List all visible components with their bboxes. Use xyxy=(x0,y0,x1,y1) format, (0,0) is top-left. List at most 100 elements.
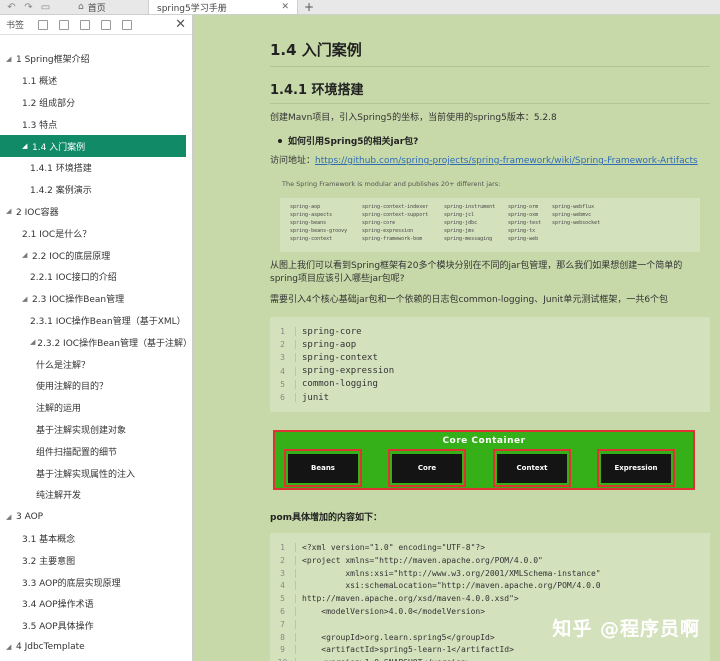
sidebar-item[interactable]: 3.5 AOP具体操作 xyxy=(0,615,192,637)
delete-bookmark-icon[interactable] xyxy=(122,19,133,30)
document-view[interactable]: 1.4 入门案例 1.4.1 环境搭建 创建Mavn项目，引入Spring5的坐… xyxy=(194,15,720,661)
module-core: Core xyxy=(388,449,466,488)
chevron-down-icon[interactable]: ◢ xyxy=(22,142,32,150)
sidebar-item-label: 2.2 IOC的底层原理 xyxy=(32,251,111,262)
jar-name: spring-aop xyxy=(290,204,321,210)
jar-name: spring-beans-groovy xyxy=(290,228,348,234)
sidebar-item-label: 1.4.1 环境搭建 xyxy=(30,164,92,175)
sidebar-item[interactable]: 3.1 基本概念 xyxy=(0,528,192,550)
sidebar-item[interactable]: 1.1 概述 xyxy=(0,70,192,92)
line-number: 4 xyxy=(270,366,296,376)
sidebar-item[interactable]: 2.1 IOC是什么？ xyxy=(0,222,192,244)
sidebar-item[interactable]: 纯注解开发 xyxy=(0,484,192,506)
code-text: http://maven.apache.org/xsd/maven-4.0.0.… xyxy=(302,594,519,604)
code-line: 2 <project xmlns="http://maven.apache.org… xyxy=(270,554,710,567)
jar-name xyxy=(552,228,612,236)
jar-name: spring-core xyxy=(362,220,396,226)
sidebar-item-label: 1 Spring框架介绍 xyxy=(16,55,90,66)
bullet-item: 如何引用Spring5的相关jar包? xyxy=(270,134,710,147)
sidebar-item[interactable]: 基于注解实现创建对象 xyxy=(0,419,192,441)
chevron-down-icon[interactable]: ◢ xyxy=(22,295,32,303)
sidebar-item[interactable]: 什么是注解？ xyxy=(0,353,192,375)
sidebar-item[interactable]: ◢ 2 IOC容器 xyxy=(0,201,192,223)
sidebar-item[interactable]: 3.2 主要意图 xyxy=(0,549,192,571)
sidebar-item[interactable]: ◢ 1.4 入门案例 xyxy=(0,135,186,157)
sidebar-item-label: 2.3 IOC操作Bean管理 xyxy=(32,295,125,306)
sidebar-item[interactable]: 1.4.1 环境搭建 xyxy=(0,157,192,179)
core-container-figure: Core Container Beans Core Context Expres… xyxy=(273,430,695,491)
jar-name: spring-expression xyxy=(362,228,414,234)
module-expression: Expression xyxy=(597,449,675,488)
sidebar-item-label: 1.1 概述 xyxy=(22,77,58,88)
sidebar-item[interactable]: 组件扫描配置的细节 xyxy=(0,440,192,462)
new-tab-button[interactable]: + xyxy=(298,0,320,14)
undo-icon[interactable]: ↶ xyxy=(6,2,17,13)
sidebar-item-label: 基于注解实现属性的注入 xyxy=(36,469,136,480)
sidebar-item[interactable]: 使用注解的目的？ xyxy=(0,375,192,397)
save-icon[interactable]: ▭ xyxy=(40,2,51,13)
line-number: 7 xyxy=(270,619,296,629)
sidebar-header: 书签 ✕ xyxy=(0,15,192,35)
watermark: 知乎 @程序员啊 xyxy=(552,618,700,640)
expand-all-icon[interactable] xyxy=(59,19,70,30)
code-text: xsi:schemaLocation="http://maven.apache.… xyxy=(302,581,601,591)
sidebar-item[interactable]: ◢ 2.3.2 IOC操作Bean管理（基于注解） xyxy=(0,331,192,353)
sidebar-item[interactable]: 1.3 特点 xyxy=(0,113,192,135)
code-text: spring-expression xyxy=(302,366,395,377)
redo-icon[interactable]: ↷ xyxy=(23,2,34,13)
sidebar-item[interactable]: 3.3 AOP的底层实现原理 xyxy=(0,571,192,593)
artifacts-link[interactable]: https://github.com/spring-projects/sprin… xyxy=(315,156,698,166)
line-number: 4 xyxy=(270,581,296,591)
bookmark-icon[interactable] xyxy=(101,19,112,30)
code-text: spring-aop xyxy=(302,339,357,350)
sidebar-item[interactable]: 注解的运用 xyxy=(0,397,192,419)
sidebar-item[interactable]: 基于注解实现属性的注入 xyxy=(0,462,192,484)
jar-name xyxy=(552,236,612,244)
line-number: 9 xyxy=(270,645,296,655)
sidebar-item-label: 3.2 主要意图 xyxy=(22,556,76,567)
sidebar-item-label: 1.4.2 案例演示 xyxy=(30,186,92,197)
sidebar-item[interactable]: 2.3.1 IOC操作Bean管理（基于XML） xyxy=(0,310,192,332)
chevron-down-icon[interactable]: ◢ xyxy=(6,643,16,651)
sidebar-item[interactable]: ◢ 4 JdbcTemplate xyxy=(0,637,192,659)
code-line: 10 <version>1.0-SNAPSHOT</version> xyxy=(270,656,710,661)
chevron-down-icon[interactable]: ◢ xyxy=(6,207,16,215)
jar-name: spring-oxm xyxy=(508,212,539,218)
tab-active-label: spring5学习手册 xyxy=(157,3,227,14)
jar-name: spring-beans xyxy=(290,220,327,226)
code-line: 3 xmlns:xsi="http://www.w3.org/2001/XMLS… xyxy=(270,567,710,580)
jar-name: spring-webmvc xyxy=(552,212,592,218)
sidebar-item[interactable]: 1.2 组成部分 xyxy=(0,92,192,114)
collapse-all-icon[interactable] xyxy=(80,19,91,30)
sidebar-item-label: 3.5 AOP具体操作 xyxy=(22,622,94,633)
tab-home[interactable]: ⌂ 首页 xyxy=(70,0,148,14)
jar-name: spring-jdbc xyxy=(444,220,478,226)
close-sidebar-icon[interactable]: ✕ xyxy=(175,17,186,32)
bullet-text: 如何引用Spring5的相关jar包? xyxy=(288,137,419,147)
code-line: 4 xsi:schemaLocation="http://maven.apach… xyxy=(270,580,710,593)
sidebar-item[interactable]: ◢ 2.2 IOC的底层原理 xyxy=(0,244,192,266)
sidebar-item-label: 纯注解开发 xyxy=(36,491,82,502)
sidebar-item[interactable]: ◢ 1 Spring框架介绍 xyxy=(0,48,192,70)
add-bookmark-icon[interactable] xyxy=(38,19,49,30)
sidebar-item-label: 1.3 特点 xyxy=(22,120,58,131)
tab-spring5-manual[interactable]: spring5学习手册 ✕ xyxy=(148,0,298,14)
close-tab-icon[interactable]: ✕ xyxy=(281,2,289,12)
sidebar-title: 书签 xyxy=(6,21,25,31)
sidebar-item[interactable]: 1.4.2 案例演示 xyxy=(0,179,192,201)
sidebar-item-label: 3 AOP xyxy=(16,511,44,522)
chevron-down-icon[interactable]: ◢ xyxy=(6,513,16,521)
chevron-down-icon[interactable]: ◢ xyxy=(22,251,32,259)
module-label: Core xyxy=(392,453,462,483)
sidebar-item-label: 1.4 入门案例 xyxy=(32,142,86,153)
visit-paragraph: 访问地址：https://github.com/spring-projects/… xyxy=(270,155,710,168)
chevron-down-icon[interactable]: ◢ xyxy=(6,55,16,63)
chevron-down-icon[interactable]: ◢ xyxy=(30,338,37,346)
sidebar-item[interactable]: ◢ 2.3 IOC操作Bean管理 xyxy=(0,288,192,310)
code-text: <groupId>org.learn.spring5</groupId> xyxy=(302,632,495,642)
sidebar-item-label: 组件扫描配置的细节 xyxy=(36,447,118,458)
sidebar-item[interactable]: 3.4 AOP操作术语 xyxy=(0,593,192,615)
sidebar-item[interactable]: 2.2.1 IOC接口的介绍 xyxy=(0,266,192,288)
sidebar-item[interactable]: ◢ 3 AOP xyxy=(0,506,192,528)
tab-bar: ↶ ↷ ▭ ⌂ 首页 spring5学习手册 ✕ + xyxy=(0,0,720,15)
